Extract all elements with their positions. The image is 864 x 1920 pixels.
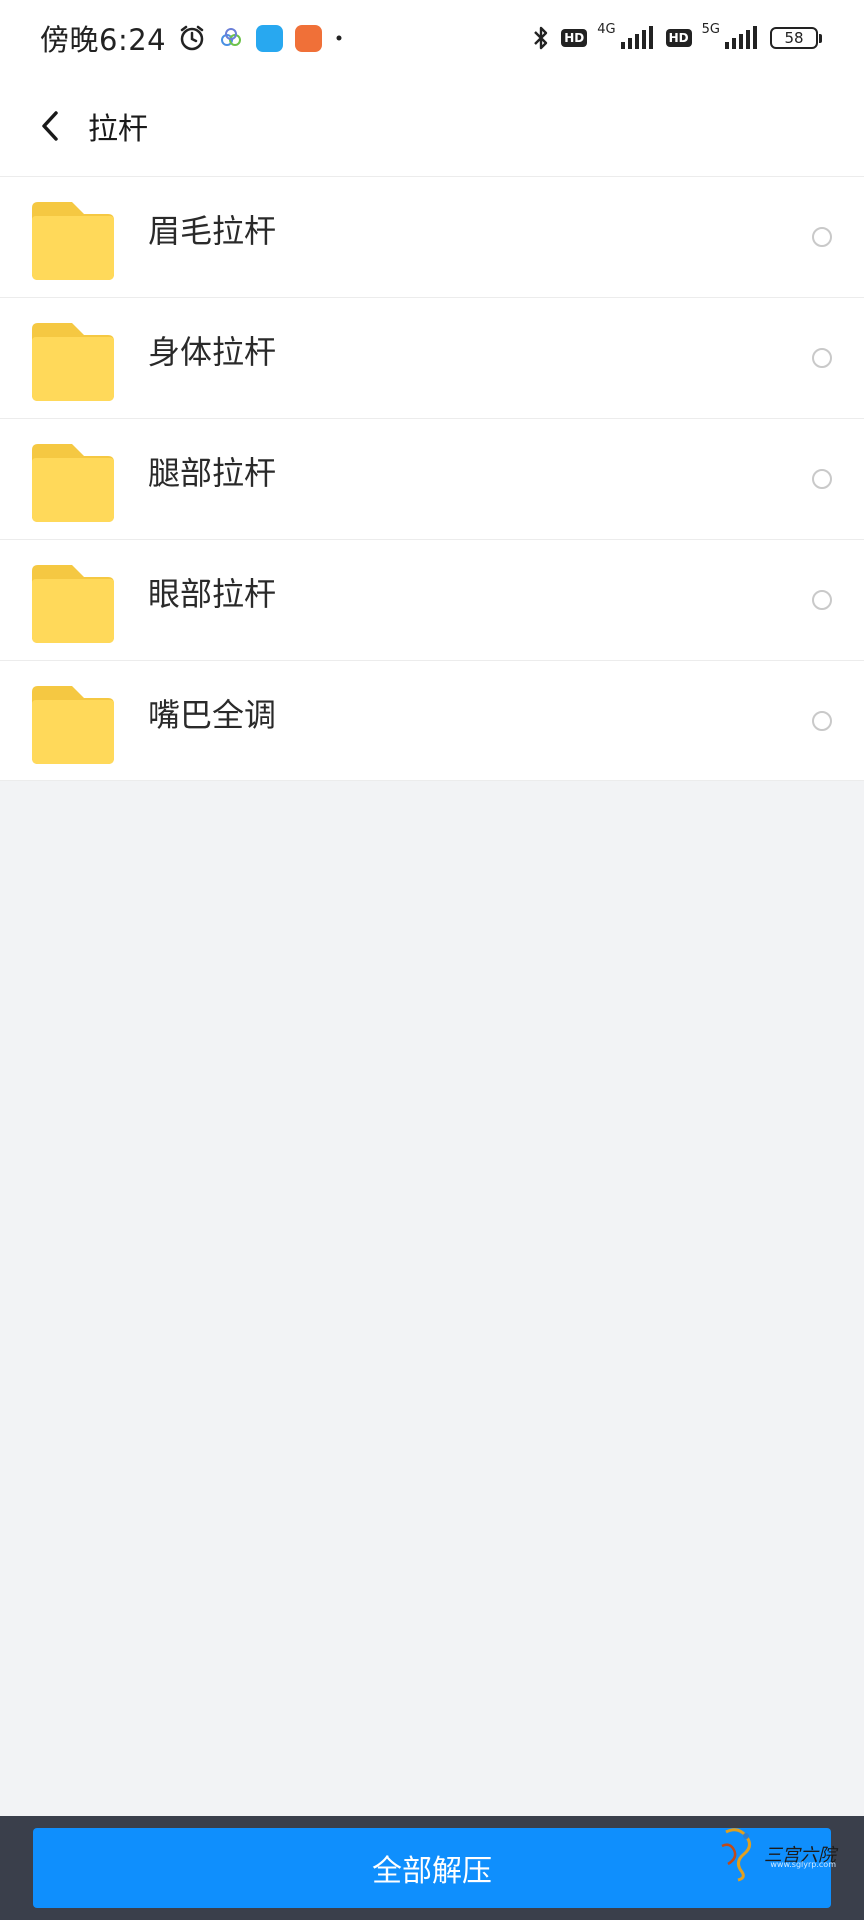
more-notifications-dot-icon xyxy=(334,33,344,43)
network-label-5g: 5G xyxy=(701,21,720,37)
extract-all-button[interactable]: 全部解压 xyxy=(33,1828,831,1908)
watermark-url: www.sglyrp.com xyxy=(770,1860,836,1869)
select-radio[interactable] xyxy=(812,227,832,247)
folder-item[interactable]: 身体拉杆 xyxy=(0,297,864,418)
status-left: 傍晚6:24 xyxy=(40,17,344,59)
folder-name: 眉毛拉杆 xyxy=(148,212,277,250)
watermark-logo: 三宫六院 www.sglyrp.com xyxy=(716,1826,836,1882)
folder-icon xyxy=(32,202,114,280)
chat-app-icon xyxy=(256,24,284,52)
hd-badge: HD xyxy=(561,29,588,47)
folder-name: 嘴巴全调 xyxy=(148,695,277,734)
status-right: HD 4G HD 5G 58 xyxy=(531,21,824,52)
select-radio[interactable] xyxy=(812,710,832,731)
folder-item[interactable]: 眉毛拉杆 xyxy=(0,176,864,297)
folder-item[interactable]: 嘴巴全调 xyxy=(0,660,864,781)
select-radio[interactable] xyxy=(812,348,832,368)
bluetooth-icon xyxy=(531,24,551,52)
back-button[interactable] xyxy=(20,96,80,156)
folder-name: 腿部拉杆 xyxy=(148,454,277,492)
folder-item[interactable]: 眼部拉杆 xyxy=(0,539,864,660)
folder-icon xyxy=(32,685,114,764)
status-bar: 傍晚6:24 HD 4G HD 5G 58 xyxy=(0,0,864,76)
extract-all-label: 全部解压 xyxy=(372,1854,492,1889)
select-radio[interactable] xyxy=(812,590,832,610)
status-time: 傍晚6:24 xyxy=(40,23,167,57)
signal-icon xyxy=(620,26,656,50)
select-radio[interactable] xyxy=(812,469,832,489)
app-header: 拉杆 xyxy=(0,76,864,176)
network-label-4g: 4G xyxy=(597,21,616,37)
folder-list: 眉毛拉杆 身体拉杆 腿部拉杆 眼部拉杆 嘴巴全调 xyxy=(0,176,864,781)
hd-badge-2: HD xyxy=(665,29,692,47)
cloud-app-icon xyxy=(218,25,244,51)
dragon-emblem-icon xyxy=(721,1828,751,1882)
shop-app-icon xyxy=(295,24,323,52)
back-chevron-icon xyxy=(42,111,58,141)
folder-icon xyxy=(32,444,114,522)
folder-name: 身体拉杆 xyxy=(148,333,277,371)
alarm-clock-icon xyxy=(178,24,206,52)
page-title: 拉杆 xyxy=(88,112,148,147)
battery-indicator: 58 xyxy=(770,27,822,49)
folder-item[interactable]: 腿部拉杆 xyxy=(0,418,864,539)
folder-name: 眼部拉杆 xyxy=(148,575,277,613)
folder-icon xyxy=(32,565,114,643)
folder-icon xyxy=(32,323,114,401)
signal-icon-2 xyxy=(724,26,760,50)
bottom-action-bar: 全部解压 三宫六院 www.sglyrp.com xyxy=(0,1816,864,1920)
